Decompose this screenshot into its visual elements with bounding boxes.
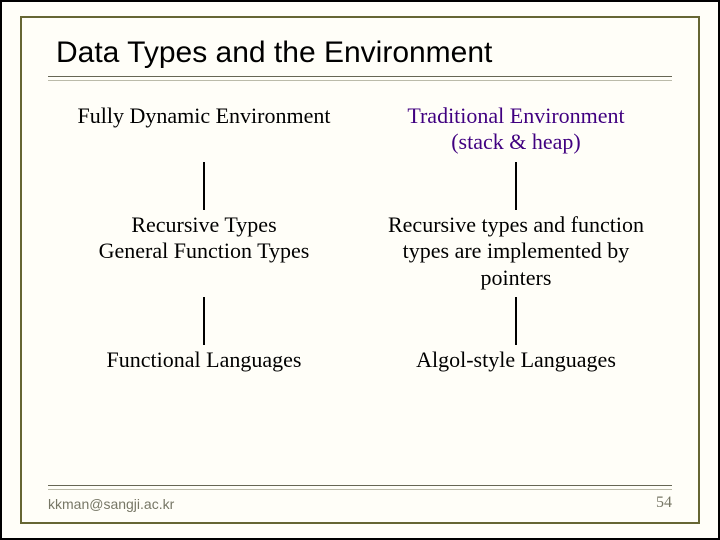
vline-right-2 bbox=[515, 297, 517, 345]
connectors-2 bbox=[48, 297, 672, 345]
connectors-1 bbox=[48, 162, 672, 210]
row-bottom: Functional Languages Algol-style Languag… bbox=[48, 347, 672, 373]
row-mid: Recursive Types General Function Types R… bbox=[48, 212, 672, 291]
vline-right-1 bbox=[515, 162, 517, 210]
vline-left-2 bbox=[203, 297, 205, 345]
cell-mid-left-line1: Recursive Types bbox=[131, 212, 276, 237]
slide-inner: Data Types and the Environment Fully Dyn… bbox=[20, 16, 700, 524]
cell-top-right-line1: Traditional Environment bbox=[407, 103, 624, 128]
slide: Data Types and the Environment Fully Dyn… bbox=[0, 0, 720, 540]
cell-top-left: Fully Dynamic Environment bbox=[67, 103, 342, 156]
row-top: Fully Dynamic Environment Traditional En… bbox=[48, 103, 672, 156]
cell-top-right-line2: (stack & heap) bbox=[451, 129, 581, 154]
vline-left-1 bbox=[203, 162, 205, 210]
cell-mid-right: Recursive types and function types are i… bbox=[379, 212, 654, 291]
footer-rule bbox=[48, 485, 672, 490]
footer: kkman@sangji.ac.kr 54 bbox=[48, 494, 672, 512]
footer-email: kkman@sangji.ac.kr bbox=[48, 496, 174, 512]
cell-bottom-left: Functional Languages bbox=[67, 347, 342, 373]
cell-mid-left-line2: General Function Types bbox=[99, 238, 310, 263]
cell-mid-left: Recursive Types General Function Types bbox=[67, 212, 342, 291]
cell-bottom-right: Algol-style Languages bbox=[379, 347, 654, 373]
footer-page-number: 54 bbox=[656, 494, 672, 512]
title-rule bbox=[48, 76, 672, 81]
diagram: Fully Dynamic Environment Traditional En… bbox=[48, 103, 672, 373]
cell-top-right: Traditional Environment (stack & heap) bbox=[379, 103, 654, 156]
page-title: Data Types and the Environment bbox=[56, 36, 672, 70]
